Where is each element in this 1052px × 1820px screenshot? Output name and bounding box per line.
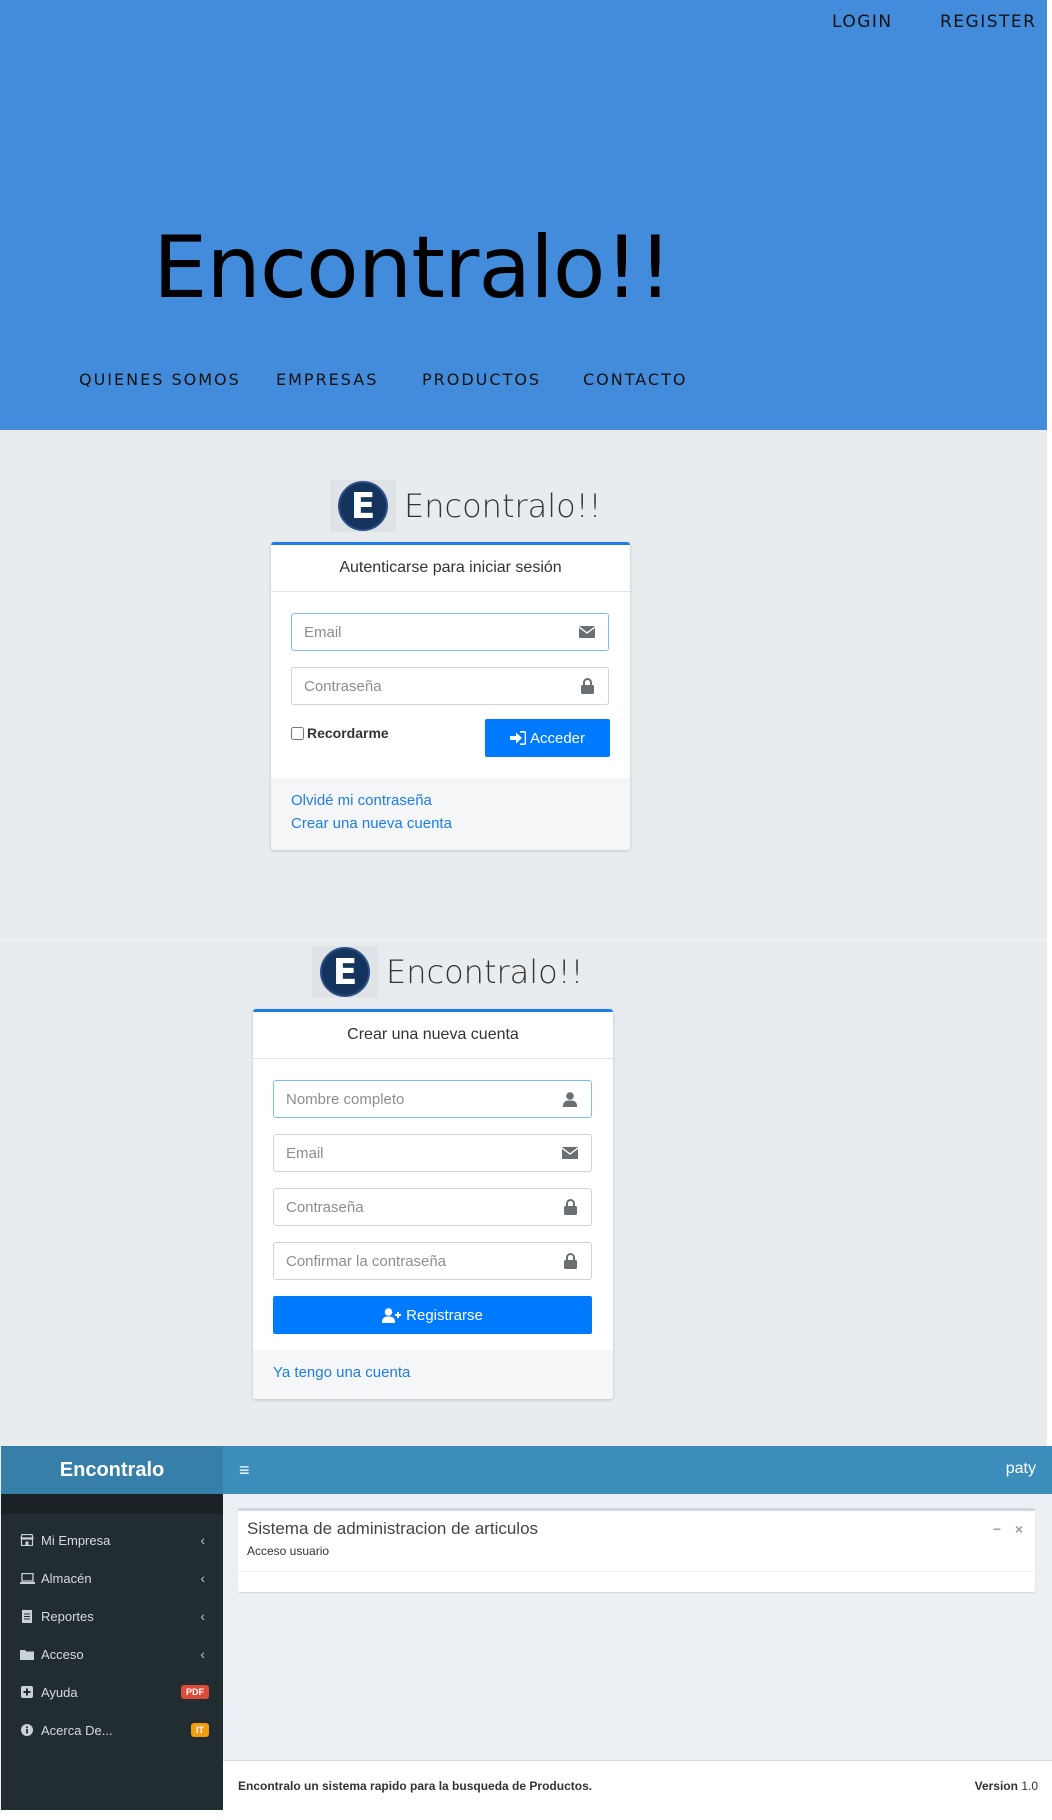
chevron-left-icon: ‹ [200, 1532, 205, 1548]
sidebar-item-label: Ayuda [41, 1684, 78, 1700]
it-badge: IT [191, 1723, 209, 1737]
envelope-icon [578, 623, 596, 641]
password-input[interactable] [286, 1198, 561, 1216]
register-logo: E Encontralo!! [312, 946, 583, 998]
menu-quienes-somos[interactable]: QUIENES SOMOS [79, 370, 241, 389]
box-title: Sistema de administracion de articulos [247, 1519, 539, 1538]
user-plus-icon [382, 1307, 402, 1323]
content-box: Sistema de administracion de articulos A… [238, 1508, 1035, 1592]
login-card-footer: Olvidé mi contraseña Crear una nueva cue… [271, 778, 630, 850]
box-divider [238, 1571, 1035, 1572]
folder-icon [19, 1649, 35, 1660]
email-field[interactable] [273, 1134, 592, 1172]
close-icon[interactable]: × [1015, 1521, 1023, 1537]
lock-icon [561, 1252, 579, 1270]
footer-text: Encontralo un sistema rapido para la bus… [238, 1779, 593, 1793]
chevron-left-icon: ‹ [200, 1570, 205, 1586]
have-account-link[interactable]: Ya tengo una cuenta [273, 1364, 593, 1381]
sidebar-item-almacen[interactable]: Almacén ‹ [1, 1558, 223, 1598]
user-menu[interactable]: paty [1006, 1460, 1036, 1478]
lock-icon [561, 1198, 579, 1216]
menu-toggle-icon[interactable]: ≡ [239, 1460, 250, 1481]
sidebar-item-ayuda[interactable]: Ayuda PDF [1, 1672, 223, 1712]
sidebar-item-mi-empresa[interactable]: Mi Empresa ‹ [1, 1520, 223, 1560]
minimize-icon[interactable]: − [993, 1521, 1001, 1537]
login-button[interactable]: Acceder [485, 719, 610, 757]
top-navbar: ≡ paty [223, 1446, 1052, 1494]
confirm-password-field[interactable] [273, 1242, 592, 1280]
box-subtitle: Acceso usuario [247, 1544, 330, 1558]
remember-checkbox[interactable] [291, 726, 304, 740]
user-icon [561, 1090, 579, 1108]
login-card-header: Autenticarse para iniciar sesión [271, 545, 630, 592]
hero-section: LOGIN REGISTER Encontralo!! QUIENES SOMO… [0, 0, 1047, 430]
register-card-header: Crear una nueva cuenta [253, 1012, 613, 1059]
login-logo: E Encontralo!! [330, 480, 601, 532]
sidebar-separator [1, 1494, 223, 1514]
sidebar-item-label: Mi Empresa [41, 1532, 111, 1548]
name-input[interactable] [286, 1090, 561, 1108]
menu-productos[interactable]: PRODUCTOS [422, 370, 541, 389]
hero-title: Encontralo!! [153, 218, 672, 318]
remember-me[interactable]: Recordarme [291, 725, 389, 741]
page-footer: Encontralo un sistema rapido para la bus… [223, 1760, 1052, 1810]
register-link[interactable]: REGISTER [940, 12, 1036, 32]
logo-badge: E [312, 946, 378, 998]
logo-badge: E [330, 480, 396, 532]
name-field[interactable] [273, 1080, 592, 1118]
menu-contacto[interactable]: CONTACTO [583, 370, 687, 389]
store-icon [19, 1534, 35, 1546]
email-input[interactable] [286, 1144, 561, 1162]
create-account-link[interactable]: Crear una nueva cuenta [291, 815, 610, 832]
menu-empresas[interactable]: EMPRESAS [276, 370, 378, 389]
footer-version: Version 1.0 [975, 1779, 1038, 1793]
register-button[interactable]: Registrarse [273, 1296, 592, 1334]
email-field[interactable] [291, 613, 609, 651]
chevron-left-icon: ‹ [200, 1646, 205, 1662]
sidebar-item-label: Acceso [41, 1646, 84, 1662]
register-button-label: Registrarse [406, 1306, 483, 1324]
version-label: Version [974, 1779, 1018, 1793]
register-card: Crear una nueva cuenta Nombre completo E… [253, 1009, 613, 1399]
logo-e-icon: E [338, 481, 388, 531]
login-link[interactable]: LOGIN [832, 12, 893, 32]
email-input[interactable] [304, 623, 578, 641]
sidebar-item-reportes[interactable]: Reportes ‹ [1, 1596, 223, 1636]
sidebar: Encontralo Mi Empresa ‹ Almacén ‹ Report… [1, 1446, 223, 1820]
forgot-password-link[interactable]: Olvidé mi contraseña [291, 792, 610, 809]
remember-label: Recordarme [307, 725, 389, 741]
login-section: E Encontralo!! Autenticarse para iniciar… [0, 430, 1047, 940]
logo-text: Encontralo!! [404, 487, 602, 525]
version-number: 1.0 [1021, 1779, 1038, 1793]
page: LOGIN REGISTER Encontralo!! QUIENES SOMO… [0, 0, 1052, 1820]
logo-e-icon: E [320, 947, 370, 997]
file-icon [19, 1609, 35, 1623]
bottom-strip [0, 1810, 1052, 1820]
confirm-password-input[interactable] [286, 1252, 561, 1270]
admin-dashboard: Encontralo Mi Empresa ‹ Almacén ‹ Report… [0, 1446, 1052, 1820]
login-card: Autenticarse para iniciar sesión Recorda… [271, 542, 630, 850]
password-input[interactable] [304, 677, 578, 695]
sidebar-item-acceso[interactable]: Acceso ‹ [1, 1634, 223, 1674]
sidebar-item-acerca-de[interactable]: Acerca De... IT [1, 1710, 223, 1750]
sign-in-icon [509, 731, 526, 745]
chevron-left-icon: ‹ [200, 1608, 205, 1624]
sidebar-item-label: Acerca De... [41, 1722, 113, 1738]
pdf-badge: PDF [181, 1685, 209, 1699]
laptop-icon [19, 1572, 35, 1584]
logo-text: Encontralo!! [386, 953, 584, 991]
register-card-footer: Ya tengo una cuenta [253, 1350, 613, 1399]
lock-icon [578, 677, 596, 695]
sidebar-item-label: Reportes [41, 1608, 94, 1624]
info-icon [19, 1724, 35, 1736]
envelope-icon [561, 1144, 579, 1162]
password-field[interactable] [291, 667, 609, 705]
plus-square-icon [19, 1686, 35, 1698]
login-button-label: Acceder [529, 729, 586, 747]
sidebar-item-label: Almacén [41, 1570, 92, 1586]
register-section: E Encontralo!! Crear una nueva cuenta No… [0, 941, 1047, 1446]
password-field[interactable] [273, 1188, 592, 1226]
sidebar-brand[interactable]: Encontralo [1, 1446, 223, 1494]
